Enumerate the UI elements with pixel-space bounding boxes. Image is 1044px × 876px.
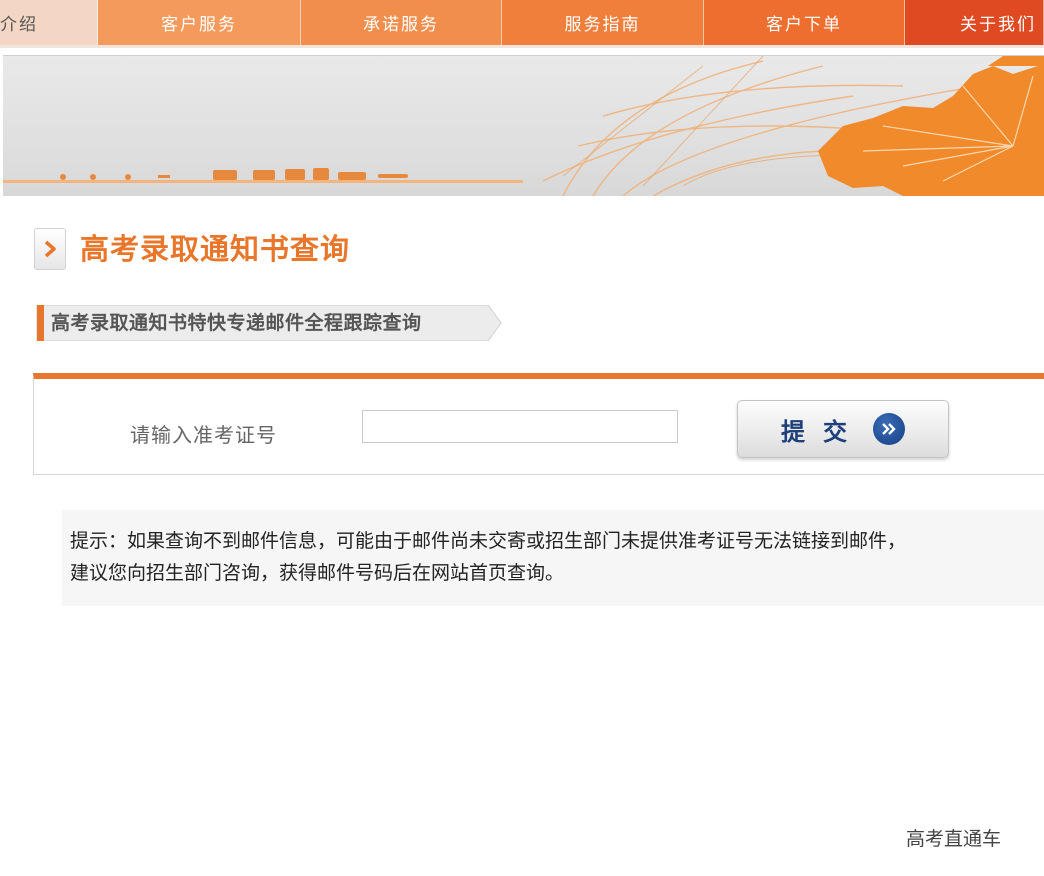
double-chevron-right-icon <box>873 413 905 445</box>
page-title: 高考录取通知书查询 <box>80 232 351 266</box>
nav-item-place-order[interactable]: 客户下单 <box>704 0 905 45</box>
nav-item-intro[interactable]: 介绍 <box>0 0 98 45</box>
section-subtitle: 高考录取通知书特快专递邮件全程跟踪查询 <box>51 312 422 334</box>
tip-box: 提示：如果查询不到邮件信息，可能由于邮件尚未交寄或招生部门未提供准考证号无法链接… <box>62 510 1044 606</box>
nav-item-service-guide[interactable]: 服务指南 <box>502 0 704 45</box>
submit-button-label: 提交 <box>781 416 865 446</box>
banner-image <box>3 55 1044 196</box>
nav-item-customer-service[interactable]: 客户服务 <box>98 0 301 45</box>
query-form: 请输入准考证号 提交 <box>33 373 1044 475</box>
nav-item-label: 客户下单 <box>766 15 842 35</box>
nav-item-label: 服务指南 <box>564 15 641 35</box>
banner-graphic <box>3 56 1044 196</box>
nav-item-label: 介绍 <box>0 15 38 35</box>
nav-item-promise-service[interactable]: 承诺服务 <box>301 0 502 45</box>
section-tab: 高考录取通知书特快专递邮件全程跟踪查询 <box>33 305 503 341</box>
nav-item-label: 关于我们 <box>960 15 1036 35</box>
submit-button[interactable]: 提交 <box>737 400 949 458</box>
nav-item-label: 承诺服务 <box>363 15 439 35</box>
tip-line-1: 提示：如果查询不到邮件信息，可能由于邮件尚未交寄或招生部门未提供准考证号无法链接… <box>70 530 907 552</box>
nav-item-label: 客户服务 <box>161 15 237 35</box>
exam-number-label: 请输入准考证号 <box>130 423 277 447</box>
nav-item-about-us[interactable]: 关于我们 <box>905 0 1044 45</box>
top-nav: 介绍 客户服务 承诺服务 服务指南 客户下单 关于我们 <box>0 0 1044 45</box>
title-arrow-icon <box>34 228 66 270</box>
exam-number-input[interactable] <box>362 410 678 443</box>
watermark-text: 高考直通车 <box>906 828 1002 850</box>
nav-divider <box>0 45 1044 48</box>
tip-line-2: 建议您向招生部门咨询，获得邮件号码后在网站首页查询。 <box>70 562 565 584</box>
